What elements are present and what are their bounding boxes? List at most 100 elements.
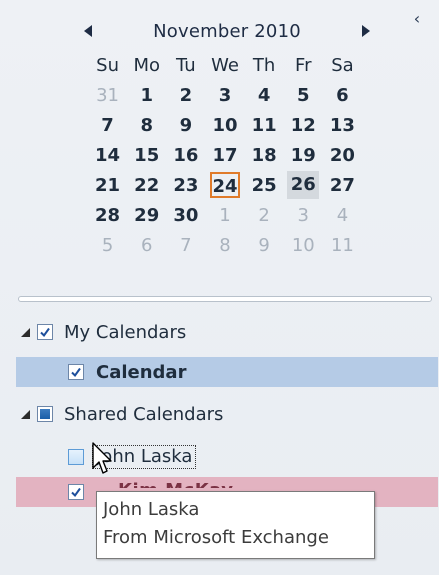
date-navigator-grid: Su Mo Tu We Th Fr Sa 31 1 2 3 4 5 6 7 8 9 10 11 12 13 14 15 16… [88,50,362,260]
john-laska-label[interactable]: John Laska [92,445,197,469]
day-number: 10 [212,114,238,136]
calendar-item-calendar[interactable]: Calendar [16,357,438,387]
day-cell[interactable]: 11 [245,110,284,140]
day-cell[interactable]: 20 [323,140,362,170]
day-cell[interactable]: 2 [245,200,284,230]
day-cell[interactable]: 17 [205,140,244,170]
day-number: 14 [95,144,121,166]
weekday-header: Fr [295,54,312,76]
day-number: 7 [101,114,114,136]
day-cell[interactable]: 14 [88,140,127,170]
week-row: 7 8 9 10 11 12 13 [88,110,362,140]
my-calendars-checkbox[interactable] [37,324,53,340]
day-cell[interactable]: 13 [323,110,362,140]
day-number: 23 [173,174,199,196]
day-cell[interactable]: 25 [245,170,284,200]
calendar-checkbox[interactable] [68,364,84,380]
day-number: 9 [179,114,193,136]
calendar-item-john-laska[interactable]: John Laska [68,442,197,472]
day-cell[interactable]: 16 [166,140,205,170]
week-row: 14 15 16 17 18 19 20 [88,140,362,170]
day-number: 29 [134,204,160,226]
day-number: 26 [287,171,320,199]
day-cell[interactable]: 27 [323,170,362,200]
day-number: 27 [329,174,355,196]
week-row: 28 29 30 1 2 3 4 [88,200,362,230]
day-number: 19 [290,144,316,166]
check-icon [71,487,81,498]
day-cell[interactable]: 3 [284,200,323,230]
day-number: 2 [179,84,193,106]
day-cell[interactable]: 3 [205,80,244,110]
day-cell[interactable]: 31 [88,80,127,110]
day-cell[interactable]: 10 [284,230,323,260]
shared-calendars-group[interactable]: Shared Calendars [18,399,223,429]
day-number: 4 [257,84,271,106]
day-number: 13 [329,114,355,136]
day-number: 31 [96,84,120,106]
expanded-triangle-icon[interactable] [18,325,32,339]
tooltip-line-source: From Microsoft Exchange [103,527,329,548]
day-cell[interactable]: 29 [127,200,166,230]
day-cell[interactable]: 28 [88,200,127,230]
next-month-button[interactable] [354,19,378,43]
day-cell[interactable]: 18 [245,140,284,170]
my-calendars-label: My Calendars [64,321,187,343]
day-number: 21 [95,174,121,196]
day-number: 1 [140,84,153,106]
john-laska-checkbox[interactable] [68,449,84,465]
day-cell[interactable]: 5 [88,230,127,260]
day-number: 12 [290,114,316,136]
day-cell[interactable]: 9 [166,110,205,140]
week-row: 21 22 23 24 25 26 27 [88,170,362,200]
day-cell[interactable]: 4 [245,80,284,110]
selected-day-cell[interactable]: 26 [284,170,323,200]
day-cell[interactable]: 5 [284,80,323,110]
day-cell[interactable]: 8 [127,110,166,140]
day-cell[interactable]: 7 [88,110,127,140]
day-cell[interactable]: 2 [166,80,205,110]
day-cell[interactable]: 21 [88,170,127,200]
day-number: 8 [219,234,231,256]
expanded-triangle-icon[interactable] [18,407,32,421]
calendar-tooltip: John Laska From Microsoft Exchange [96,491,375,559]
day-cell[interactable]: 8 [205,230,244,260]
day-number: 22 [134,174,160,196]
day-number: 6 [140,234,153,256]
day-cell[interactable]: 7 [166,230,205,260]
day-cell[interactable]: 6 [127,230,166,260]
previous-month-button[interactable] [76,19,100,43]
day-cell[interactable]: 11 [323,230,362,260]
day-cell[interactable]: 30 [166,200,205,230]
day-cell[interactable]: 1 [205,200,244,230]
pane-splitter[interactable] [18,296,432,302]
day-cell[interactable]: 1 [127,80,166,110]
day-number: 11 [330,234,354,256]
day-cell[interactable]: 12 [284,110,323,140]
weeks-body: 31 1 2 3 4 5 6 7 8 9 10 11 12 13 14 15 16 17 18 19 20 21 22 23 2… [88,80,362,260]
day-cell[interactable]: 6 [323,80,362,110]
day-number: 9 [258,234,270,256]
day-number: 2 [258,204,270,226]
calendar-label: Calendar [96,361,187,383]
day-cell[interactable]: 9 [245,230,284,260]
day-cell[interactable]: 10 [205,110,244,140]
today-day-cell[interactable]: 24 [205,170,244,200]
tooltip-line-name: John Laska [103,499,200,520]
day-number: 7 [180,234,192,256]
collapse-pane-chevron-icon[interactable]: ‹ [409,10,425,28]
day-cell[interactable]: 4 [323,200,362,230]
weekday-header: Sa [331,54,354,76]
shared-calendars-checkbox[interactable] [37,406,53,422]
day-cell[interactable]: 19 [284,140,323,170]
day-cell[interactable]: 23 [166,170,205,200]
week-row: 5 6 7 8 9 10 11 [88,230,362,260]
week-row: 31 1 2 3 4 5 6 [88,80,362,110]
weekday-header: We [211,54,239,76]
kim-mckay-checkbox[interactable] [68,484,84,500]
my-calendars-group[interactable]: My Calendars [18,317,186,347]
day-cell[interactable]: 22 [127,170,166,200]
day-cell[interactable]: 15 [127,140,166,170]
month-title[interactable]: November 2010 [153,21,301,42]
weekday-header-row: Su Mo Tu We Th Fr Sa [88,50,362,80]
